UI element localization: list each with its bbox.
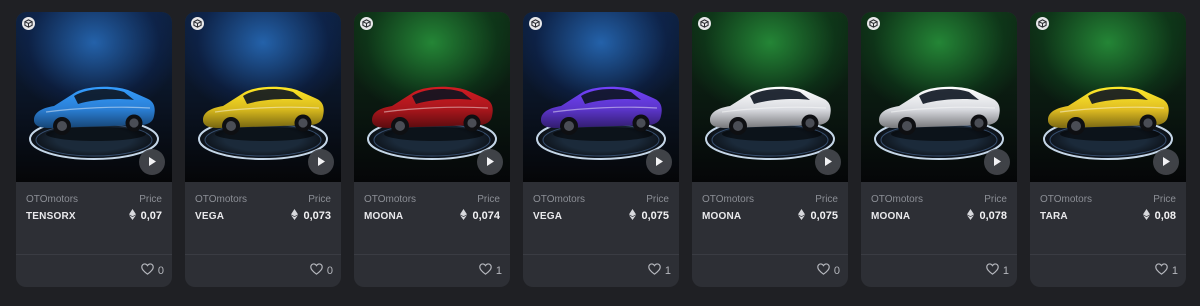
like-button[interactable]: 1: [479, 263, 502, 278]
price-value: 0,074: [472, 210, 500, 222]
heart-icon: [986, 263, 999, 278]
card-info: OTOmotors Price VEGA 0,075: [523, 182, 679, 223]
divider: [185, 254, 341, 255]
model-name: VEGA: [195, 210, 225, 222]
play-icon: [654, 155, 664, 170]
price-value: 0,07: [140, 210, 162, 222]
car-card[interactable]: OTOmotors Price VEGA 0,073 0: [185, 12, 341, 287]
model-name: VEGA: [533, 210, 563, 222]
heart-icon: [141, 263, 154, 278]
car-media[interactable]: [523, 12, 679, 182]
car-card[interactable]: OTOmotors Price TARA 0,08 1: [1030, 12, 1186, 287]
like-button[interactable]: 0: [817, 263, 840, 278]
brand-label: OTOmotors: [702, 194, 755, 205]
heart-icon: [310, 263, 323, 278]
brand-label: OTOmotors: [871, 194, 924, 205]
ethereum-icon: [291, 209, 299, 223]
model-name: MOONA: [364, 210, 404, 222]
price-label: Price: [646, 194, 669, 205]
like-button[interactable]: 1: [986, 263, 1009, 278]
like-count: 0: [833, 264, 840, 277]
ethereum-icon: [798, 209, 806, 223]
brand-label: OTOmotors: [533, 194, 586, 205]
nft-card-list: OTOmotors Price TENSORX 0,07 0 OTOmotors…: [16, 12, 1186, 287]
card-info: OTOmotors Price TENSORX 0,07: [16, 182, 172, 223]
car-card[interactable]: OTOmotors Price MOONA 0,075 0: [692, 12, 848, 287]
price-label: Price: [984, 194, 1007, 205]
price-label: Price: [477, 194, 500, 205]
brand-label: OTOmotors: [26, 194, 79, 205]
car-media[interactable]: [1030, 12, 1186, 182]
like-count: 1: [495, 264, 502, 277]
heart-icon: [817, 263, 830, 278]
play-button[interactable]: [139, 149, 165, 175]
like-count: 1: [1171, 264, 1178, 277]
divider: [692, 254, 848, 255]
heart-icon: [648, 263, 661, 278]
heart-icon: [1155, 263, 1168, 278]
heart-icon: [479, 263, 492, 278]
car-card[interactable]: OTOmotors Price VEGA 0,075 1: [523, 12, 679, 287]
brand-label: OTOmotors: [1040, 194, 1093, 205]
play-icon: [823, 155, 833, 170]
model-name: TENSORX: [26, 210, 76, 222]
price-value: 0,075: [810, 210, 838, 222]
divider: [16, 254, 172, 255]
like-button[interactable]: 1: [648, 263, 671, 278]
price-value: 0,078: [979, 210, 1007, 222]
ethereum-icon: [1142, 209, 1150, 223]
play-icon: [992, 155, 1002, 170]
play-button[interactable]: [815, 149, 841, 175]
card-info: OTOmotors Price TARA 0,08: [1030, 182, 1186, 223]
divider: [861, 254, 1017, 255]
card-info: OTOmotors Price MOONA 0,074: [354, 182, 510, 223]
car-media[interactable]: [861, 12, 1017, 182]
play-button[interactable]: [1153, 149, 1179, 175]
car-media[interactable]: [692, 12, 848, 182]
play-icon: [1161, 155, 1171, 170]
card-info: OTOmotors Price MOONA 0,075: [692, 182, 848, 223]
play-button[interactable]: [646, 149, 672, 175]
card-info: OTOmotors Price MOONA 0,078: [861, 182, 1017, 223]
model-name: MOONA: [702, 210, 742, 222]
play-button[interactable]: [477, 149, 503, 175]
like-button[interactable]: 1: [1155, 263, 1178, 278]
like-count: 0: [157, 264, 164, 277]
car-card[interactable]: OTOmotors Price TENSORX 0,07 0: [16, 12, 172, 287]
play-button[interactable]: [984, 149, 1010, 175]
ethereum-icon: [629, 209, 637, 223]
like-count: 1: [1002, 264, 1009, 277]
play-icon: [316, 155, 326, 170]
like-button[interactable]: 0: [141, 263, 164, 278]
ethereum-icon: [967, 209, 975, 223]
brand-label: OTOmotors: [195, 194, 248, 205]
brand-label: OTOmotors: [364, 194, 417, 205]
model-name: MOONA: [871, 210, 911, 222]
card-info: OTOmotors Price VEGA 0,073: [185, 182, 341, 223]
model-name: TARA: [1040, 210, 1068, 222]
price-label: Price: [308, 194, 331, 205]
like-count: 1: [664, 264, 671, 277]
car-media[interactable]: [354, 12, 510, 182]
divider: [354, 254, 510, 255]
divider: [1030, 254, 1186, 255]
car-media[interactable]: [185, 12, 341, 182]
price-label: Price: [1153, 194, 1176, 205]
play-icon: [485, 155, 495, 170]
divider: [523, 254, 679, 255]
price-value: 0,073: [303, 210, 331, 222]
play-button[interactable]: [308, 149, 334, 175]
ethereum-icon: [128, 209, 136, 223]
price-value: 0,08: [1154, 210, 1176, 222]
price-label: Price: [139, 194, 162, 205]
car-media[interactable]: [16, 12, 172, 182]
like-count: 0: [326, 264, 333, 277]
price-label: Price: [815, 194, 838, 205]
car-card[interactable]: OTOmotors Price MOONA 0,074 1: [354, 12, 510, 287]
price-value: 0,075: [641, 210, 669, 222]
play-icon: [147, 155, 157, 170]
ethereum-icon: [460, 209, 468, 223]
like-button[interactable]: 0: [310, 263, 333, 278]
car-card[interactable]: OTOmotors Price MOONA 0,078 1: [861, 12, 1017, 287]
